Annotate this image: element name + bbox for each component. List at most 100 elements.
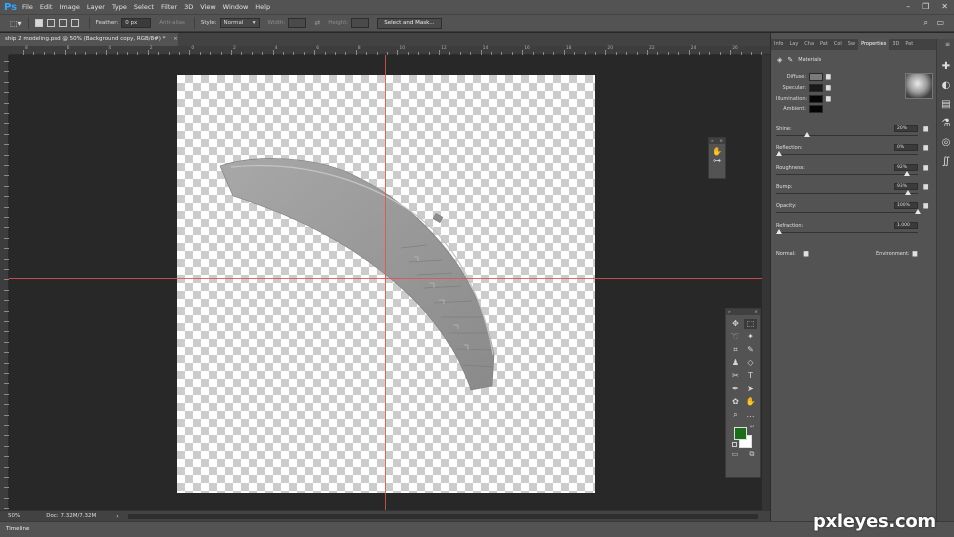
bump-value[interactable]: 93% bbox=[894, 183, 918, 190]
menu-view[interactable]: View bbox=[200, 3, 215, 11]
feather-input[interactable]: 0 px bbox=[121, 18, 152, 28]
menu-edit[interactable]: Edit bbox=[40, 3, 53, 11]
bump-knob[interactable] bbox=[905, 190, 912, 195]
hand-tool-icon[interactable]: ✋ bbox=[744, 397, 757, 407]
roughness-knob[interactable] bbox=[903, 171, 910, 176]
type-tool-icon[interactable]: T bbox=[744, 371, 757, 381]
vertical-guide[interactable] bbox=[385, 55, 386, 510]
swap-colors-icon[interactable]: ↩ bbox=[750, 424, 754, 430]
opacity-knob[interactable] bbox=[915, 209, 921, 214]
crop-tool-icon[interactable]: ⌗ bbox=[729, 345, 742, 355]
shine-knob[interactable] bbox=[803, 132, 810, 137]
horizontal-scrollbar[interactable] bbox=[128, 514, 758, 519]
brush-settings-icon[interactable]: ⊶ bbox=[709, 156, 725, 165]
folder-icon[interactable]: ▆ bbox=[923, 202, 928, 209]
document-tab[interactable]: ship 2 modeling.psd @ 50% (Background co… bbox=[0, 33, 178, 46]
restore-icon[interactable]: ❐ bbox=[922, 2, 929, 11]
menu-file[interactable]: File bbox=[22, 3, 33, 11]
zoom-level[interactable]: 50% bbox=[8, 513, 20, 519]
folder-icon[interactable]: ▆ bbox=[923, 183, 928, 190]
tab-layers[interactable]: Lay bbox=[786, 39, 801, 50]
select-and-mask-button[interactable]: Select and Mask... bbox=[377, 17, 442, 29]
screen-mode-icon[interactable]: ⧉ bbox=[749, 450, 754, 459]
3d-object-icon[interactable]: ◎ bbox=[942, 137, 951, 148]
path-selection-icon[interactable]: ➤ bbox=[744, 384, 757, 394]
panel-menu-icon[interactable]: ≡ bbox=[945, 41, 950, 48]
tab-patterns[interactable]: Pat bbox=[902, 39, 916, 50]
shine-value[interactable]: 20% bbox=[894, 125, 918, 132]
search-icon[interactable]: ⌕ bbox=[924, 18, 928, 28]
swatches-icon[interactable]: ✚ bbox=[942, 61, 950, 72]
collapse-icon[interactable]: » bbox=[711, 139, 714, 144]
diffuse-texture-icon[interactable]: ▆ bbox=[826, 73, 831, 80]
close-icon[interactable]: × bbox=[719, 139, 723, 144]
folder-icon[interactable]: ▆ bbox=[923, 164, 928, 171]
close-tab-icon[interactable]: × bbox=[173, 36, 178, 42]
close-icon[interactable]: ✕ bbox=[941, 2, 948, 11]
pen-tool-icon[interactable]: ✒ bbox=[729, 384, 742, 394]
height-input[interactable] bbox=[351, 18, 370, 28]
eyedropper-icon[interactable]: ✎ bbox=[744, 345, 757, 355]
menu-select[interactable]: Select bbox=[134, 3, 154, 11]
marquee-tool-preset-icon[interactable]: ⬚▾ bbox=[10, 19, 22, 28]
minimize-icon[interactable]: – bbox=[906, 2, 910, 11]
shine-track[interactable] bbox=[776, 135, 918, 136]
custom-shape-icon[interactable]: ✿ bbox=[729, 397, 742, 407]
roughness-value[interactable]: 92% bbox=[894, 164, 918, 171]
folder-icon[interactable]: ▆ bbox=[804, 250, 809, 257]
foreground-color-swatch[interactable] bbox=[734, 427, 747, 440]
close-icon[interactable]: × bbox=[754, 310, 758, 315]
ruler-left[interactable] bbox=[0, 55, 9, 510]
default-colors-icon[interactable] bbox=[732, 442, 737, 447]
menu-filter[interactable]: Filter bbox=[161, 3, 177, 11]
new-selection-icon[interactable] bbox=[34, 19, 43, 27]
ruler-top[interactable]: 86420246810121416182022242628 bbox=[9, 46, 804, 55]
material-preview-sphere[interactable] bbox=[905, 73, 933, 99]
roughness-track[interactable] bbox=[776, 174, 918, 175]
illumination-swatch[interactable] bbox=[809, 94, 823, 103]
menu-type[interactable]: Type bbox=[112, 3, 127, 11]
status-menu-icon[interactable]: › bbox=[116, 513, 118, 520]
glyphs-icon[interactable]: ∬ bbox=[942, 156, 950, 167]
healing-brush-icon[interactable]: ✂ bbox=[729, 371, 742, 381]
tab-properties[interactable]: Properties bbox=[858, 39, 890, 50]
specular-swatch[interactable] bbox=[809, 83, 823, 92]
tab-info[interactable]: Info bbox=[771, 39, 786, 50]
history-icon[interactable]: ⚗ bbox=[942, 118, 951, 129]
timeline-tab[interactable]: Timeline bbox=[6, 526, 29, 532]
menu-3d[interactable]: 3D bbox=[184, 3, 193, 11]
more-tools-icon[interactable]: … bbox=[744, 410, 757, 420]
lasso-tool-icon[interactable]: ➰ bbox=[729, 332, 742, 342]
add-selection-icon[interactable] bbox=[46, 19, 55, 27]
refraction-value[interactable]: 1.000 bbox=[894, 222, 918, 229]
collapse-icon[interactable]: » bbox=[728, 310, 731, 315]
folder-icon[interactable]: ▆ bbox=[923, 125, 928, 132]
folder-icon[interactable]: ▆ bbox=[826, 95, 831, 102]
refraction-track[interactable] bbox=[776, 232, 918, 233]
marquee-tool-icon[interactable]: ⬚ bbox=[744, 319, 757, 329]
quick-mask-icon[interactable]: ▭ bbox=[732, 450, 739, 459]
stamp-tool-icon[interactable]: ♟ bbox=[729, 358, 742, 368]
bump-track[interactable] bbox=[776, 193, 918, 194]
tab-swatches[interactable]: Sw bbox=[845, 39, 858, 50]
refraction-knob[interactable] bbox=[776, 229, 782, 234]
width-input[interactable] bbox=[288, 18, 307, 28]
clone-source-icon[interactable]: ✋ bbox=[709, 144, 725, 156]
swap-dimensions-icon[interactable]: ⇄ bbox=[314, 19, 320, 27]
intersect-selection-icon[interactable] bbox=[70, 19, 79, 27]
menu-help[interactable]: Help bbox=[255, 3, 270, 11]
antialias-checkbox[interactable]: Anti-alias bbox=[159, 20, 185, 26]
adjustments-icon[interactable]: ◐ bbox=[942, 80, 951, 91]
opacity-value[interactable]: 100% bbox=[894, 202, 918, 209]
opacity-track[interactable] bbox=[776, 212, 918, 213]
menu-image[interactable]: Image bbox=[59, 3, 79, 11]
magic-wand-icon[interactable]: ✦ bbox=[744, 332, 757, 342]
vertical-scrollbar[interactable] bbox=[762, 55, 770, 510]
libraries-icon[interactable]: ▤ bbox=[941, 99, 950, 110]
folder-icon[interactable]: ▆ bbox=[913, 250, 918, 257]
tab-paths[interactable]: Pat bbox=[817, 39, 831, 50]
reflection-knob[interactable] bbox=[776, 151, 782, 156]
canvas-workspace[interactable] bbox=[9, 55, 770, 510]
folder-icon[interactable]: ▆ bbox=[826, 84, 831, 91]
tab-3d[interactable]: 3D bbox=[889, 39, 902, 50]
